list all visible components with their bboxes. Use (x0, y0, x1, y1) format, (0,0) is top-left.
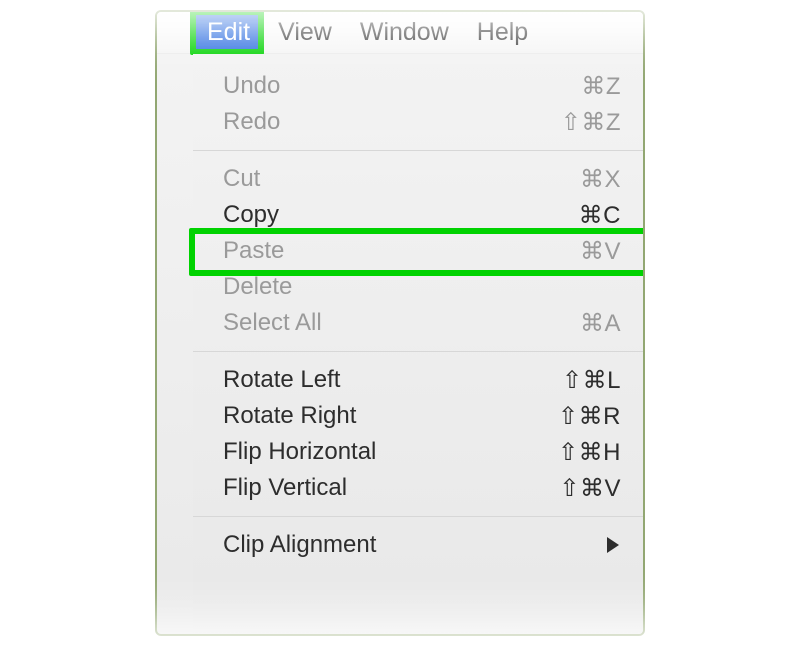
menu-item-label: Undo (223, 72, 280, 100)
menubar-item-window[interactable]: Window (346, 12, 463, 53)
menu-item-label: Redo (223, 108, 280, 136)
menu-item-label: Flip Horizontal (223, 438, 376, 466)
menu-item-label: Delete (223, 273, 292, 301)
menu-item-label: Paste (223, 237, 284, 265)
menu-item-rotate-left[interactable]: Rotate Left ⇧⌘L (193, 362, 643, 398)
menu-item-shortcut: ⌘Z (581, 72, 621, 101)
menu-item-flip-vertical[interactable]: Flip Vertical ⇧⌘V (193, 470, 643, 506)
menubar-label: View (278, 18, 332, 47)
menubar-item-view[interactable]: View (264, 12, 346, 53)
menubar: Edit View Window Help (157, 12, 643, 54)
menubar-item-help[interactable]: Help (463, 12, 542, 53)
menu-item-label: Rotate Left (223, 366, 340, 394)
menu-item-shortcut: ⌘V (580, 237, 621, 266)
menu-item-clip-alignment[interactable]: Clip Alignment (193, 527, 643, 563)
menubar-label: Help (477, 18, 528, 47)
menu-item-delete[interactable]: Delete (193, 269, 643, 305)
submenu-arrow-icon (607, 537, 619, 553)
menu-section: Clip Alignment (193, 516, 643, 573)
menu-item-label: Cut (223, 165, 260, 193)
menu-item-shortcut: ⇧⌘L (562, 366, 621, 395)
menu-item-copy[interactable]: Copy ⌘C (193, 197, 643, 233)
menu-section: Cut ⌘X Copy ⌘C Paste ⌘V Delete Select Al… (193, 150, 643, 351)
menu-item-paste[interactable]: Paste ⌘V (193, 233, 643, 269)
menu-item-flip-horizontal[interactable]: Flip Horizontal ⇧⌘H (193, 434, 643, 470)
menu-item-cut[interactable]: Cut ⌘X (193, 161, 643, 197)
edit-menu-dropdown: Undo ⌘Z Redo ⇧⌘Z Cut ⌘X Copy ⌘C P (193, 54, 643, 634)
menubar-label: Edit (207, 18, 250, 47)
menu-item-shortcut: ⇧⌘V (559, 474, 621, 503)
menu-item-select-all[interactable]: Select All ⌘A (193, 305, 643, 341)
menu-item-shortcut: ⇧⌘H (558, 438, 621, 467)
menubar-item-edit[interactable]: Edit (193, 12, 264, 53)
menu-item-label: Select All (223, 309, 322, 337)
menu-item-label: Rotate Right (223, 402, 356, 430)
menu-item-shortcut: ⇧⌘Z (561, 108, 621, 137)
menu-item-rotate-right[interactable]: Rotate Right ⇧⌘R (193, 398, 643, 434)
menu-item-shortcut: ⇧⌘R (558, 402, 621, 431)
menu-item-label: Copy (223, 201, 279, 229)
menu-item-shortcut: ⌘A (580, 309, 621, 338)
menu-item-label: Clip Alignment (223, 531, 376, 559)
menu-item-label: Flip Vertical (223, 474, 347, 502)
menu-item-shortcut: ⌘X (580, 165, 621, 194)
menu-section: Undo ⌘Z Redo ⇧⌘Z (193, 68, 643, 150)
menu-item-redo[interactable]: Redo ⇧⌘Z (193, 104, 643, 140)
menu-item-undo[interactable]: Undo ⌘Z (193, 68, 643, 104)
menu-section: Rotate Left ⇧⌘L Rotate Right ⇧⌘R Flip Ho… (193, 351, 643, 516)
menubar-label: Window (360, 18, 449, 47)
menu-item-shortcut: ⌘C (579, 201, 621, 230)
